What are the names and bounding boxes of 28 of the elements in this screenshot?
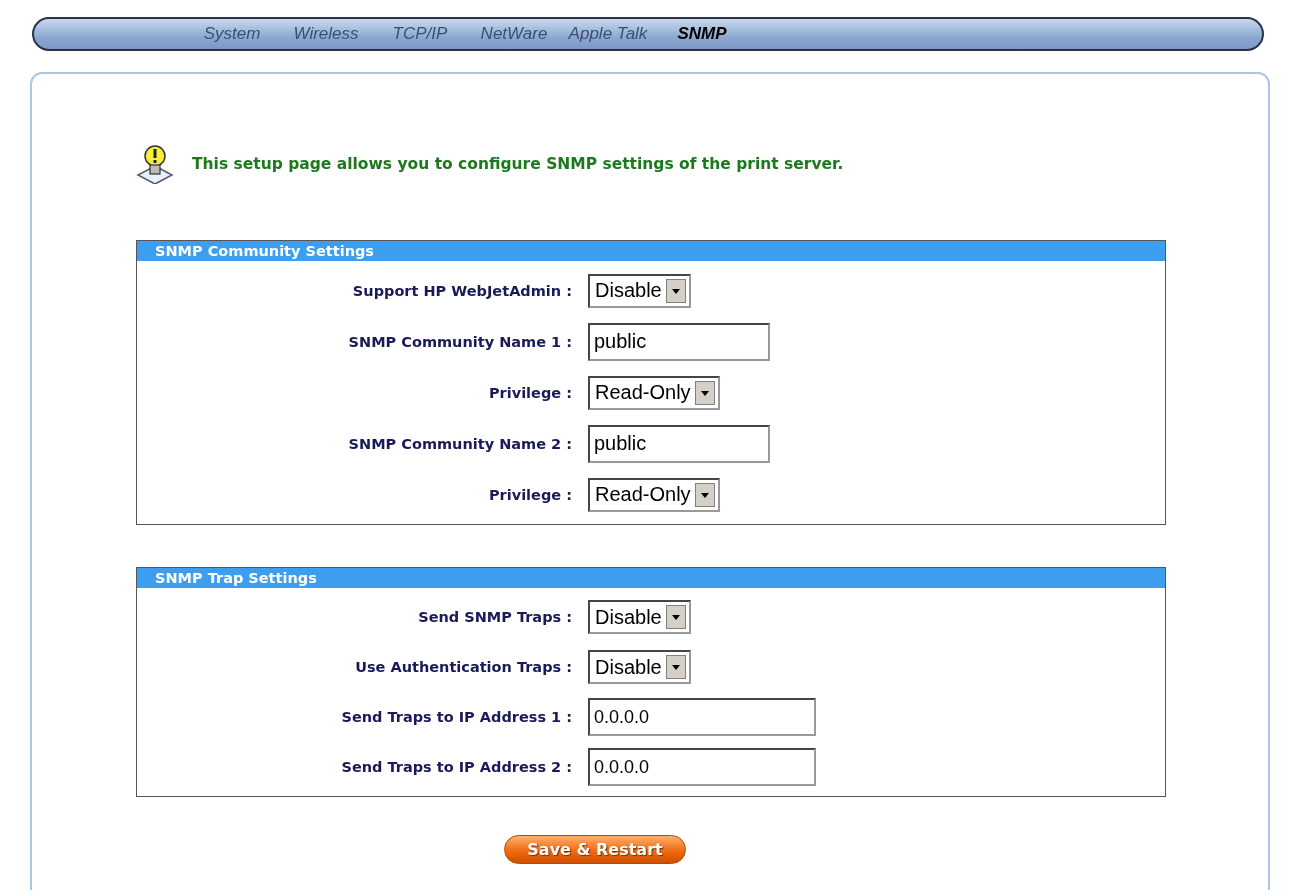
field-label: Support HP WebJetAdmin : [351, 282, 573, 299]
field-label: Send Traps to IP Address 1 : [340, 709, 573, 725]
input-field[interactable]: public [588, 322, 770, 361]
dropdown[interactable]: Disable [588, 273, 691, 308]
tab[interactable]: SNMP [654, 24, 750, 44]
input-field[interactable]: public [588, 424, 770, 463]
intro-text: This setup page allows you to configure SNMP settings of the print server. [192, 155, 844, 173]
section-header: SNMP Trap Settings [137, 568, 1165, 588]
dropdown[interactable]: Disable [588, 600, 691, 634]
dropdown[interactable]: Read-Only [588, 477, 720, 512]
tab[interactable]: Apple Talk [560, 24, 656, 44]
tab[interactable]: Wireless [278, 24, 374, 44]
input-field[interactable]: 0.0.0.0 [588, 748, 816, 786]
field-label: Use Authentication Traps : [354, 659, 573, 675]
field-label: SNMP Community Name 1 : [347, 333, 573, 350]
input-field[interactable]: 0.0.0.0 [588, 698, 816, 736]
lightbulb-icon [136, 144, 174, 184]
dropdown[interactable]: Read-Only [588, 375, 720, 410]
tab[interactable]: TCP/IP [372, 24, 468, 44]
field-label: Privilege : [487, 384, 573, 401]
section-header: SNMP Community Settings [137, 241, 1165, 261]
field-label: SNMP Community Name 2 : [347, 435, 573, 452]
tab[interactable]: NetWare [466, 24, 562, 44]
field-label: Send SNMP Traps : [417, 609, 573, 625]
field-label: Send Traps to IP Address 2 : [340, 759, 573, 775]
field-label: Privilege : [487, 486, 573, 503]
dropdown[interactable]: Disable [588, 650, 691, 684]
tab[interactable]: System [184, 24, 280, 44]
